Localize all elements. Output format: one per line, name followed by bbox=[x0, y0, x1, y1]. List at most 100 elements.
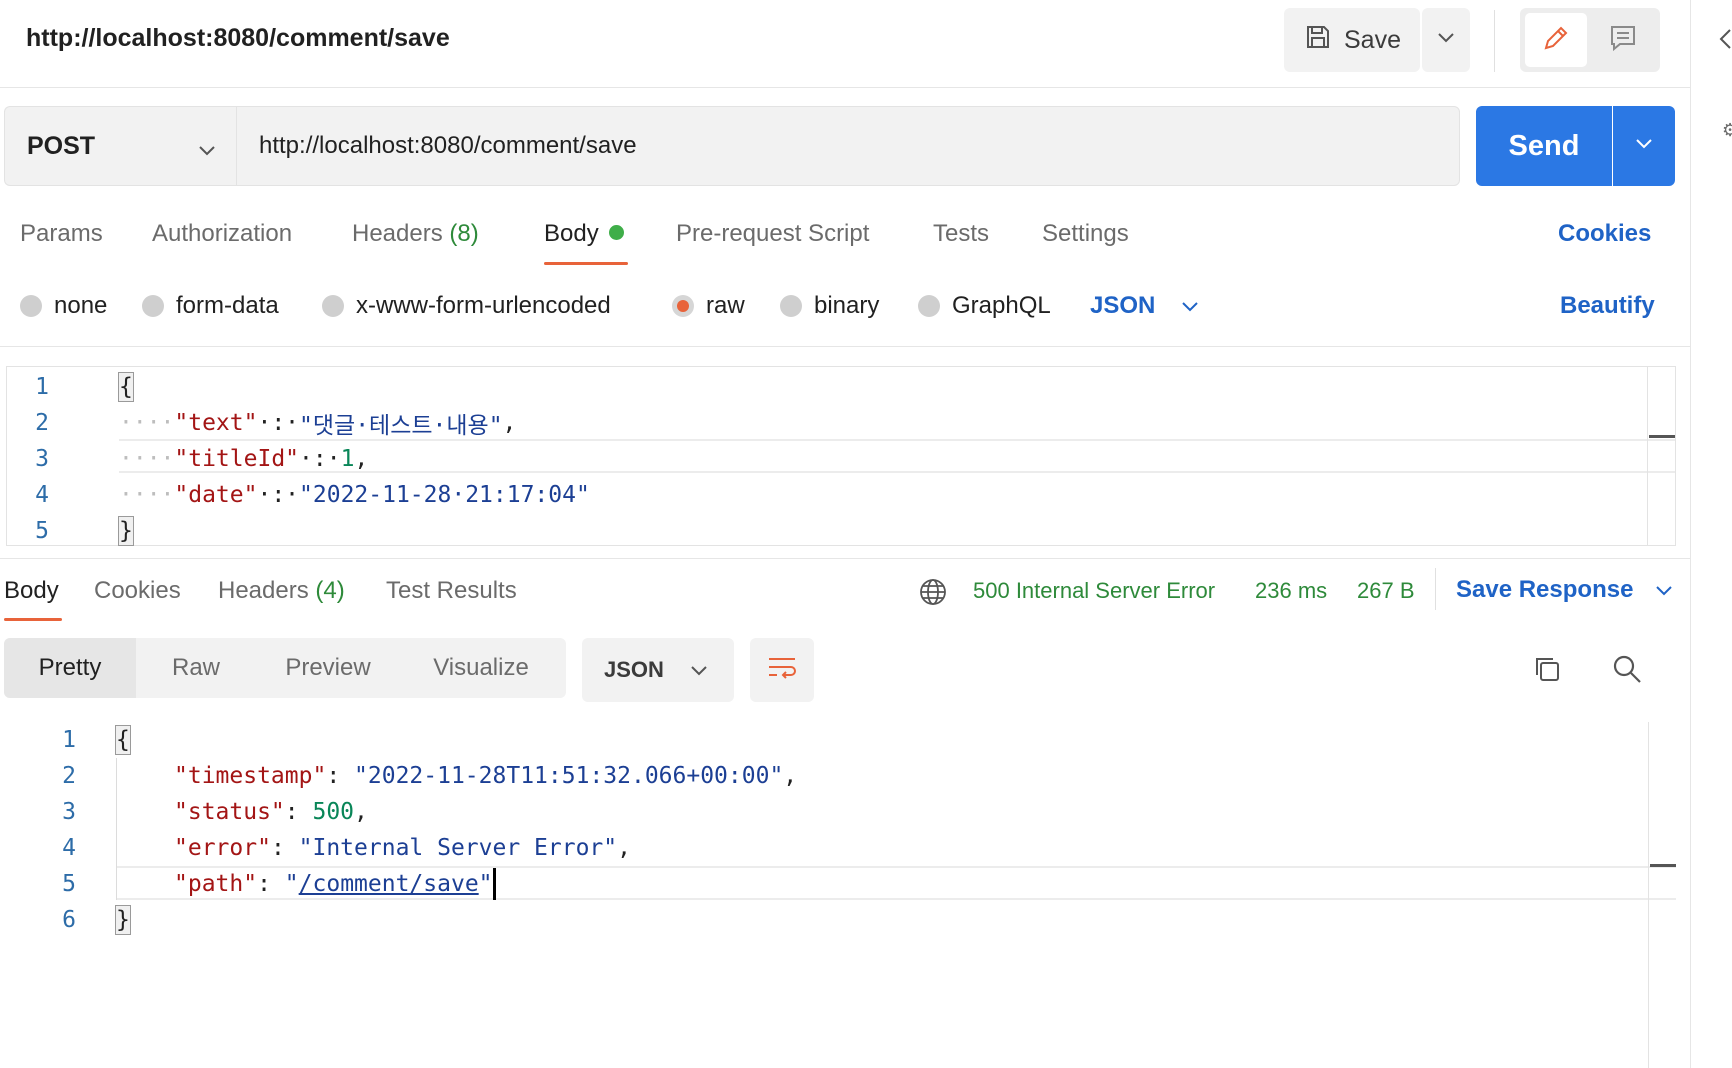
chevron-down-icon bbox=[198, 135, 216, 164]
request-header: http://localhost:8080/comment/save Save bbox=[0, 0, 1690, 88]
divider bbox=[1435, 568, 1436, 610]
radio-x-www-form-urlencoded[interactable]: x-www-form-urlencoded bbox=[322, 292, 611, 320]
cookies-link[interactable]: Cookies bbox=[1558, 220, 1651, 248]
save-button[interactable]: Save bbox=[1284, 8, 1420, 72]
radio-circle bbox=[780, 295, 802, 317]
radio-circle-selected bbox=[672, 295, 694, 317]
body-format-select[interactable]: JSON bbox=[1090, 292, 1199, 320]
response-headers-count: (4) bbox=[315, 577, 345, 604]
radio-raw[interactable]: raw bbox=[672, 292, 745, 320]
indent-guide bbox=[116, 758, 117, 900]
active-tab-underline bbox=[544, 262, 628, 265]
body-indicator-dot bbox=[608, 225, 624, 241]
tab-authorization[interactable]: Authorization bbox=[152, 220, 292, 248]
scroll-thumb[interactable] bbox=[1649, 435, 1675, 438]
response-size[interactable]: 267 B bbox=[1357, 578, 1415, 604]
radio-circle bbox=[142, 295, 164, 317]
save-options-button[interactable] bbox=[1422, 8, 1470, 72]
code-line: { bbox=[115, 725, 131, 755]
response-status[interactable]: 500 Internal Server Error bbox=[973, 578, 1215, 604]
request-title[interactable]: http://localhost:8080/comment/save bbox=[26, 24, 450, 53]
sidebar-icon[interactable]: ⚙ bbox=[1722, 120, 1732, 141]
radio-circle bbox=[322, 295, 344, 317]
view-visualize[interactable]: Visualize bbox=[400, 638, 562, 698]
tab-body[interactable]: Body bbox=[544, 220, 624, 248]
line-number: 2 bbox=[35, 410, 49, 436]
tab-params[interactable]: Params bbox=[20, 220, 103, 248]
copy-icon[interactable] bbox=[1532, 654, 1562, 689]
code-line: "timestamp": "2022-11-28T11:51:32.066+00… bbox=[174, 763, 798, 789]
code-line: "error": "Internal Server Error", bbox=[174, 835, 631, 861]
chevron-down-icon bbox=[1437, 31, 1455, 49]
wrap-icon bbox=[767, 655, 797, 686]
view-preview[interactable]: Preview bbox=[256, 638, 400, 698]
chevron-down-icon bbox=[1655, 576, 1673, 604]
save-label: Save bbox=[1344, 25, 1401, 54]
radio-circle bbox=[918, 295, 940, 317]
radio-form-data[interactable]: form-data bbox=[142, 292, 279, 320]
code-line: { bbox=[118, 372, 134, 402]
edit-mode-button[interactable] bbox=[1525, 13, 1587, 67]
tab-settings[interactable]: Settings bbox=[1042, 220, 1129, 248]
right-sidebar-border bbox=[1690, 0, 1691, 1068]
comment-icon bbox=[1608, 23, 1638, 58]
method-select[interactable]: POST bbox=[4, 106, 236, 186]
tab-pre-request-script[interactable]: Pre-request Script bbox=[676, 220, 869, 248]
globe-icon[interactable] bbox=[918, 577, 948, 612]
code-line: ···· "text" ·:· "댓글·테스트·내용", bbox=[119, 410, 517, 439]
beautify-link[interactable]: Beautify bbox=[1560, 292, 1655, 320]
request-body-editor[interactable]: 1 2 3 4 5 { ···· "text" ·:· "댓글·테스트·내용", ··… bbox=[6, 366, 1676, 546]
mode-toggle bbox=[1520, 8, 1660, 72]
line-number: 2 bbox=[62, 763, 76, 789]
code-line: "status": 500, bbox=[174, 799, 368, 825]
line-number: 5 bbox=[35, 518, 49, 544]
line-number: 1 bbox=[62, 727, 76, 753]
response-tab-cookies[interactable]: Cookies bbox=[94, 577, 181, 605]
save-response-button[interactable]: Save Response bbox=[1456, 576, 1673, 604]
scroll-thumb[interactable] bbox=[1650, 864, 1676, 867]
response-scrollbar[interactable] bbox=[1648, 722, 1649, 1068]
divider bbox=[0, 346, 1690, 347]
comment-mode-button[interactable] bbox=[1592, 13, 1654, 67]
chevron-down-icon bbox=[690, 657, 708, 683]
path-link[interactable]: /comment/save bbox=[299, 871, 479, 897]
view-raw[interactable]: Raw bbox=[136, 638, 256, 698]
response-tab-headers[interactable]: Headers (4) bbox=[218, 577, 345, 605]
send-options-button[interactable] bbox=[1613, 106, 1675, 186]
line-number: 4 bbox=[62, 835, 76, 861]
method-label: POST bbox=[27, 131, 96, 160]
radio-none[interactable]: none bbox=[20, 292, 107, 320]
response-tab-test-results[interactable]: Test Results bbox=[386, 577, 517, 605]
response-time[interactable]: 236 ms bbox=[1255, 578, 1327, 604]
line-number: 5 bbox=[62, 871, 76, 897]
divider bbox=[0, 558, 1690, 559]
send-button[interactable]: Send bbox=[1476, 106, 1612, 186]
code-line: ···· "date" ·:· "2022-11-28·21:17:04" bbox=[119, 482, 590, 508]
pencil-icon bbox=[1541, 23, 1571, 58]
wrap-lines-button[interactable] bbox=[750, 638, 814, 702]
line-number: 3 bbox=[62, 799, 76, 825]
radio-circle bbox=[20, 295, 42, 317]
code-line: } bbox=[118, 516, 134, 546]
chevron-down-icon bbox=[1635, 137, 1653, 155]
radio-graphql[interactable]: GraphQL bbox=[918, 292, 1051, 320]
view-pretty[interactable]: Pretty bbox=[4, 638, 136, 698]
radio-binary[interactable]: binary bbox=[780, 292, 879, 320]
response-format-select[interactable]: JSON bbox=[582, 638, 734, 702]
active-tab-underline bbox=[4, 618, 62, 621]
line-number: 4 bbox=[35, 482, 49, 508]
response-tab-body[interactable]: Body bbox=[4, 577, 59, 605]
code-line: ···· "titleId" ·:· 1, bbox=[119, 446, 369, 472]
code-line: } bbox=[115, 905, 131, 935]
tab-headers[interactable]: Headers (8) bbox=[352, 220, 479, 248]
headers-count: (8) bbox=[449, 220, 479, 247]
line-number: 3 bbox=[35, 446, 49, 472]
search-icon[interactable] bbox=[1612, 654, 1642, 689]
url-input[interactable]: http://localhost:8080/comment/save bbox=[236, 106, 1460, 186]
editor-scrollbar[interactable] bbox=[1647, 367, 1648, 545]
response-view-selector: Pretty Raw Preview Visualize bbox=[4, 638, 566, 698]
line-number: 1 bbox=[35, 374, 49, 400]
chevron-left-icon[interactable] bbox=[1718, 28, 1732, 55]
tab-tests[interactable]: Tests bbox=[933, 220, 989, 248]
line-number: 6 bbox=[62, 907, 76, 933]
